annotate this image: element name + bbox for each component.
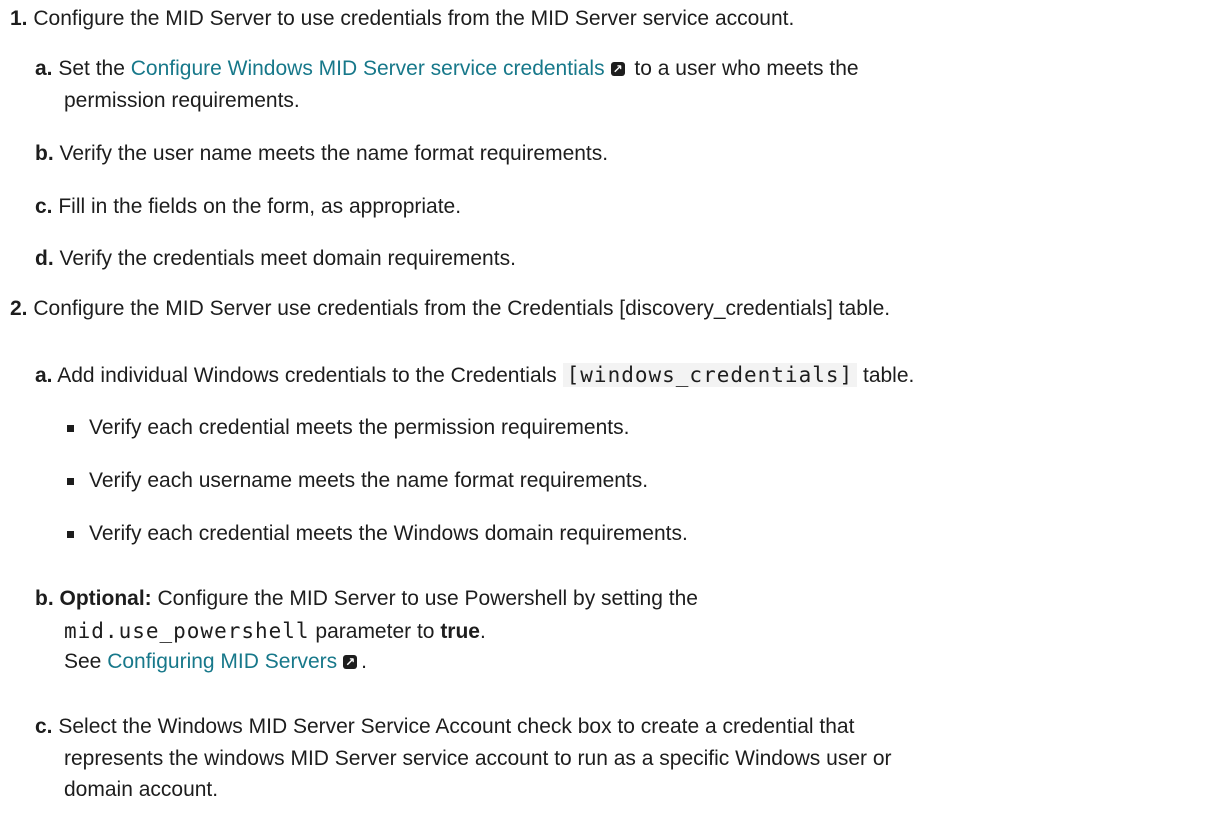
bullet-marker — [67, 425, 74, 432]
step-text: Configure the MID Server use credentials… — [33, 297, 891, 320]
substep-text: parameter to — [309, 620, 441, 643]
configuring-mid-servers-link[interactable]: Configuring MID Servers — [107, 650, 337, 673]
substep-label: d. — [35, 247, 54, 270]
substep-text: Fill in the fields on the form, as appro… — [58, 195, 462, 218]
see-text-end: . — [361, 650, 367, 673]
substep-text: . — [480, 620, 486, 643]
substep-2b: b. Optional: Configure the MID Server to… — [35, 585, 698, 613]
substep-text: Set the — [58, 57, 131, 80]
substep-label: c. — [35, 715, 53, 738]
substep-1c: c. Fill in the fields on the form, as ap… — [35, 193, 461, 221]
substep-2b-param-line: mid.use_powershell parameter to true. — [64, 617, 486, 646]
substep-2c: c. Select the Windows MID Server Service… — [35, 713, 854, 741]
see-text: See — [64, 650, 108, 673]
step-1: 1. Configure the MID Server to use crede… — [10, 5, 794, 33]
substep-1a-continuation: permission requirements. — [64, 89, 300, 112]
bullet-item: Verify each credential meets the permiss… — [67, 414, 630, 442]
substep-2c-continuation: represents the windows MID Server servic… — [64, 747, 892, 770]
bullet-text: Verify each username meets the name form… — [89, 469, 649, 492]
external-link-icon[interactable]: ↗ — [343, 655, 358, 669]
bullet-text: Verify each credential meets the permiss… — [89, 416, 630, 439]
powershell-parameter-code: mid.use_powershell — [64, 619, 310, 643]
optional-label: Optional: — [59, 587, 152, 610]
substep-2b-see-line: See Configuring MID Servers ↗. — [64, 648, 367, 676]
substep-1d: d. Verify the credentials meet domain re… — [35, 245, 516, 273]
substep-text: to a user who meets the — [628, 57, 859, 80]
step-number: 2. — [10, 297, 28, 320]
substep-text: table. — [857, 364, 915, 387]
true-value: true — [440, 620, 480, 643]
substep-2a: a. Add individual Windows credentials to… — [35, 361, 914, 390]
substep-label: a. — [35, 364, 53, 387]
substep-label: a. — [35, 57, 53, 80]
substep-1b: b. Verify the user name meets the name f… — [35, 140, 608, 168]
substep-text: Configure the MID Server to use Powershe… — [151, 587, 698, 610]
step-text: Configure the MID Server to use credenti… — [33, 7, 795, 30]
windows-credentials-table-code: [windows_credentials] — [562, 363, 858, 387]
bullet-item: Verify each credential meets the Windows… — [67, 520, 688, 548]
substep-text: Verify the credentials meet domain requi… — [59, 247, 516, 270]
bullet-text: Verify each credential meets the Windows… — [89, 522, 688, 545]
step-number: 1. — [10, 7, 28, 30]
bullet-marker — [67, 531, 74, 538]
substep-text: Add individual Windows credentials to th… — [57, 364, 563, 387]
substep-text: Verify the user name meets the name form… — [59, 142, 609, 165]
substep-text: Select the Windows MID Server Service Ac… — [58, 715, 855, 738]
bullet-marker — [67, 478, 74, 485]
substep-label: b. — [35, 587, 54, 610]
substep-label: b. — [35, 142, 54, 165]
substep-2c-continuation-2: domain account. — [64, 778, 219, 801]
substep-1a: a. Set the Configure Windows MID Server … — [35, 55, 859, 83]
bullet-item: Verify each username meets the name form… — [67, 467, 649, 495]
external-link-icon[interactable]: ↗ — [610, 62, 625, 76]
procedure-document: 1. Configure the MID Server to use crede… — [0, 0, 1209, 817]
substep-label: c. — [35, 195, 53, 218]
step-2: 2. Configure the MID Server use credenti… — [10, 295, 890, 323]
configure-service-credentials-link[interactable]: Configure Windows MID Server service cre… — [131, 57, 605, 80]
